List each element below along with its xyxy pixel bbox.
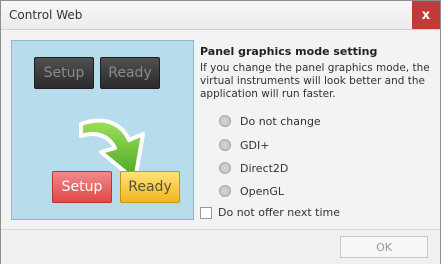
radio-circle[interactable] bbox=[219, 162, 231, 174]
panel-heading: Panel graphics mode setting bbox=[200, 45, 378, 58]
panel-description: If you change the panel graphics mode, t… bbox=[200, 62, 430, 100]
radio-do-not-change[interactable]: Do not change bbox=[219, 114, 321, 128]
radio-circle[interactable] bbox=[219, 185, 231, 197]
window-title: Control Web bbox=[9, 8, 83, 22]
radio-opengl[interactable]: OpenGL bbox=[219, 184, 284, 198]
graphics-preview-illustration: Setup Ready Setup Ready bbox=[11, 40, 194, 220]
dialog-footer: OK bbox=[1, 229, 440, 264]
preview-ready-yellow-button: Ready bbox=[120, 171, 180, 203]
ok-button[interactable]: OK bbox=[340, 236, 428, 258]
close-button[interactable]: x bbox=[412, 1, 440, 29]
radio-label: GDI+ bbox=[240, 138, 270, 152]
checkbox-label: Do not offer next time bbox=[218, 206, 341, 219]
radio-circle[interactable] bbox=[219, 115, 231, 127]
do-not-offer-checkbox[interactable] bbox=[200, 206, 212, 219]
radio-gdi-plus[interactable]: GDI+ bbox=[219, 138, 269, 152]
preview-setup-red-button: Setup bbox=[52, 171, 112, 203]
radio-direct2d[interactable]: Direct2D bbox=[219, 161, 288, 175]
preview-setup-dark-button: Setup bbox=[34, 57, 94, 89]
radio-label: OpenGL bbox=[240, 184, 285, 198]
title-bar: Control Web x bbox=[1, 1, 440, 30]
radio-circle[interactable] bbox=[219, 139, 231, 151]
radio-label: Direct2D bbox=[240, 161, 289, 175]
preview-ready-dark-button: Ready bbox=[100, 57, 160, 89]
radio-label: Do not change bbox=[240, 114, 321, 128]
dialog-window: Control Web x Setup Ready Setup Ready Pa… bbox=[0, 0, 441, 264]
do-not-offer-checkbox-row[interactable]: Do not offer next time bbox=[200, 206, 340, 219]
